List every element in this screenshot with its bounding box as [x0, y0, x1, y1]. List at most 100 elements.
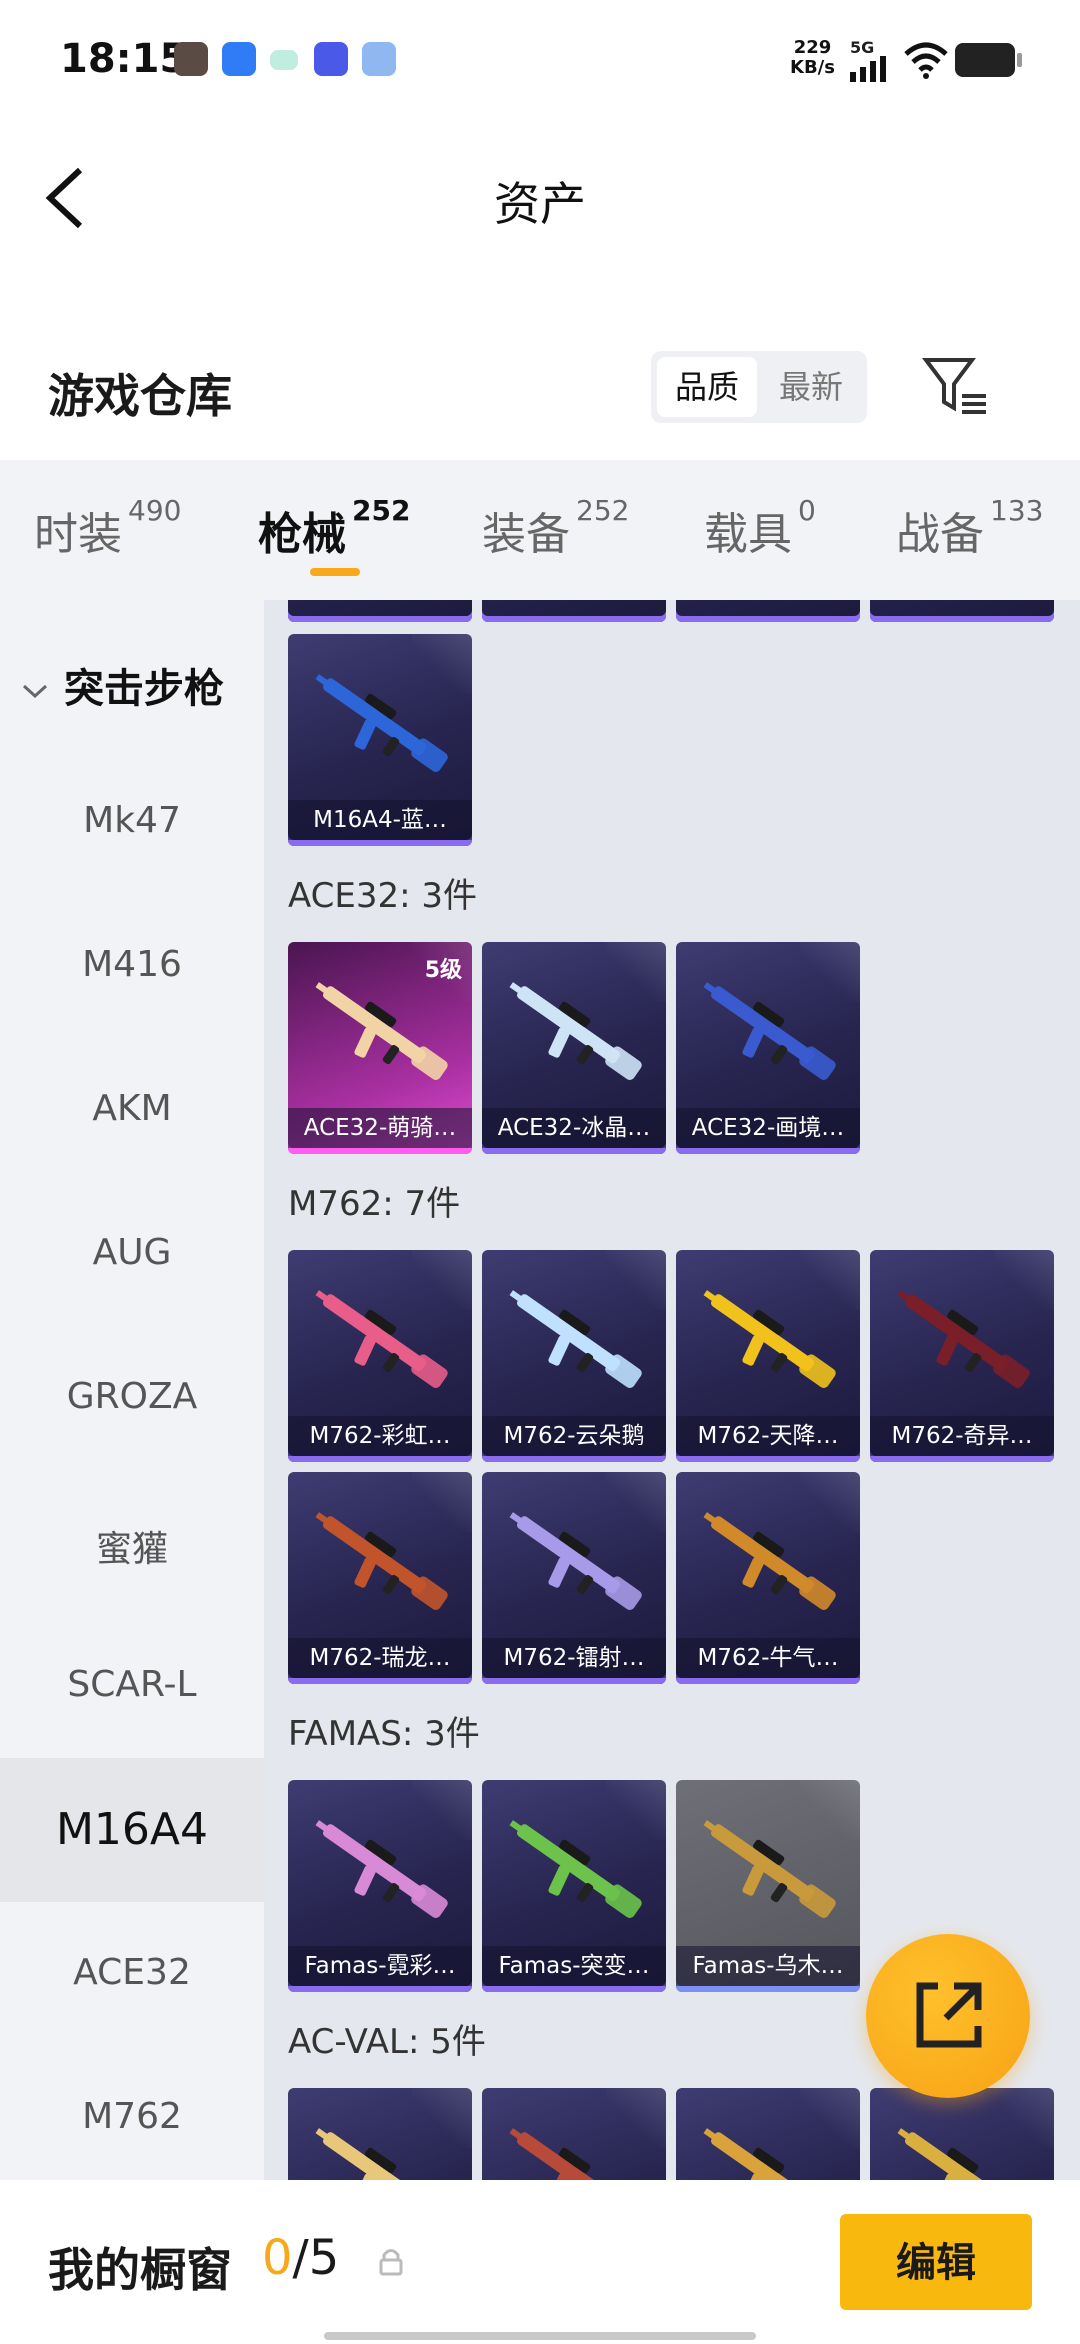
weapon-card[interactable]: [676, 2088, 860, 2180]
sort-quality-button[interactable]: 品质: [657, 357, 757, 417]
sidebar-item-m416[interactable]: M416: [0, 944, 264, 985]
share-icon: [916, 1982, 982, 2048]
file-notification-icon: [362, 42, 396, 76]
filter-icon: [922, 358, 986, 414]
weapon-card-label: Famas-乌木…: [676, 1946, 860, 1986]
tab-label: 战备: [896, 509, 984, 560]
tab-guns[interactable]: 枪械 252: [258, 494, 410, 562]
weapon-card-partial[interactable]: [870, 600, 1054, 622]
sidebar-item-scar-l[interactable]: SCAR-L: [0, 1664, 264, 1705]
tab-vehicles[interactable]: 载具 0: [704, 494, 816, 562]
section-title: M762: 7件: [288, 1184, 461, 1224]
rifle-icon: [703, 1820, 836, 1919]
tab-count: 490: [128, 494, 182, 527]
rifle-icon: [509, 1512, 642, 1611]
weapon-card[interactable]: M762-镭射…: [482, 1472, 666, 1684]
weapon-card-label: ACE32-冰晶…: [482, 1108, 666, 1148]
rifle-icon: [897, 2128, 1009, 2180]
rifle-icon: [509, 2128, 621, 2180]
section-title: AC-VAL: 5件: [288, 2022, 486, 2062]
sidebar-item-mk47[interactable]: Mk47: [0, 800, 264, 841]
vivo-notification-icon: [314, 42, 348, 76]
tab-equipment[interactable]: 装备 252: [482, 494, 629, 562]
weapon-card-label: ACE32-画境…: [676, 1108, 860, 1148]
weapon-card[interactable]: ACE32-冰晶…: [482, 942, 666, 1154]
page-title: 资产: [494, 177, 586, 231]
tab-label: 时装: [34, 509, 122, 560]
section-title: FAMAS: 3件: [288, 1714, 480, 1754]
weapon-card[interactable]: [870, 2088, 1054, 2180]
weapon-card[interactable]: M16A4-蓝…: [288, 634, 472, 846]
app-notification-icon: [174, 42, 208, 76]
tab-label: 装备: [482, 509, 570, 560]
sort-toggle: 品质 最新: [651, 351, 867, 423]
tab-label: 载具: [704, 509, 792, 560]
rifle-icon: [703, 2128, 815, 2180]
section-title: ACE32: 3件: [288, 876, 478, 916]
showcase-count-current: 0: [262, 2230, 293, 2286]
weapon-card[interactable]: M762-天降…: [676, 1250, 860, 1462]
weapon-card-label: M762-镭射…: [482, 1638, 666, 1678]
tab-fashion[interactable]: 时装 490: [34, 494, 181, 562]
weapon-card-label: Famas-霓彩…: [288, 1946, 472, 1986]
weapon-card[interactable]: M762-彩虹…: [288, 1250, 472, 1462]
weapon-card[interactable]: M762-云朵鹅: [482, 1250, 666, 1462]
rifle-icon: [703, 1512, 836, 1611]
weapon-card-partial[interactable]: [482, 600, 666, 622]
showcase-count: 0/5: [262, 2230, 339, 2286]
share-button[interactable]: [866, 1934, 1030, 2098]
rifle-icon: [897, 1290, 1030, 1389]
weapon-card-label: M762-天降…: [676, 1416, 860, 1456]
net-speed: 229 KB/s: [790, 38, 835, 78]
sidebar-item-ace32[interactable]: ACE32: [0, 1952, 264, 1993]
weapon-card[interactable]: 5级 ACE32-萌骑…: [288, 942, 472, 1154]
showcase-count-separator: /: [292, 2230, 309, 2286]
rifle-icon: [509, 1290, 642, 1389]
rifle-icon: [315, 1290, 448, 1389]
weapon-card-label: M16A4-蓝…: [288, 800, 472, 840]
tab-count: 133: [990, 494, 1044, 527]
sort-newest-button[interactable]: 最新: [761, 357, 861, 417]
sidebar-category-header[interactable]: 突击步枪: [20, 656, 224, 714]
rifle-icon: [703, 982, 836, 1081]
tab-count: 0: [798, 494, 816, 527]
weapon-card[interactable]: Famas-乌木…: [676, 1780, 860, 1992]
rifle-icon: [509, 982, 642, 1081]
weapon-card-label: M762-云朵鹅: [482, 1416, 666, 1456]
filter-button[interactable]: [922, 356, 988, 416]
home-indicator: [324, 2332, 756, 2340]
tab-tactical[interactable]: 战备 133: [896, 494, 1043, 562]
battery-icon: [955, 43, 1022, 77]
weapon-card[interactable]: Famas-突变…: [482, 1780, 666, 1992]
weapon-card-label: M762-瑞龙…: [288, 1638, 472, 1678]
weapon-card[interactable]: [482, 2088, 666, 2180]
weapon-card[interactable]: [288, 2088, 472, 2180]
weapon-card[interactable]: M762-奇异…: [870, 1250, 1054, 1462]
rifle-icon: [315, 1820, 448, 1919]
tab-label: 枪械: [258, 509, 346, 560]
weapon-card[interactable]: ACE32-画境…: [676, 942, 860, 1154]
sidebar-item-m16a4[interactable]: M16A4: [0, 1804, 264, 1855]
weapon-card[interactable]: Famas-霓彩…: [288, 1780, 472, 1992]
signal-icon: [850, 56, 886, 82]
browser-notification-icon: [222, 42, 256, 76]
sidebar-item-groza[interactable]: GROZA: [0, 1376, 264, 1417]
rifle-icon: [315, 1512, 448, 1611]
edit-button[interactable]: 编辑: [840, 2214, 1032, 2310]
active-tab-indicator: [310, 568, 360, 576]
weapon-card[interactable]: M762-牛气…: [676, 1472, 860, 1684]
weapon-card-label: M762-奇异…: [870, 1416, 1054, 1456]
showcase-label: 我的橱窗: [48, 2243, 232, 2297]
sidebar-item-m762[interactable]: M762: [0, 2096, 264, 2137]
wifi-icon: [904, 42, 948, 79]
sidebar-category-label: 突击步枪: [63, 666, 224, 712]
tab-count: 252: [576, 494, 630, 527]
weapon-card[interactable]: M762-瑞龙…: [288, 1472, 472, 1684]
net-speed-unit: KB/s: [790, 57, 835, 78]
sidebar-item-aug[interactable]: AUG: [0, 1232, 264, 1273]
rifle-icon: [315, 674, 448, 773]
sidebar-item-akm[interactable]: AKM: [0, 1088, 264, 1129]
weapon-card-partial[interactable]: [288, 600, 472, 622]
weapon-card-partial[interactable]: [676, 600, 860, 622]
sidebar-item-honey-badger[interactable]: 蜜獾: [0, 1520, 264, 1572]
